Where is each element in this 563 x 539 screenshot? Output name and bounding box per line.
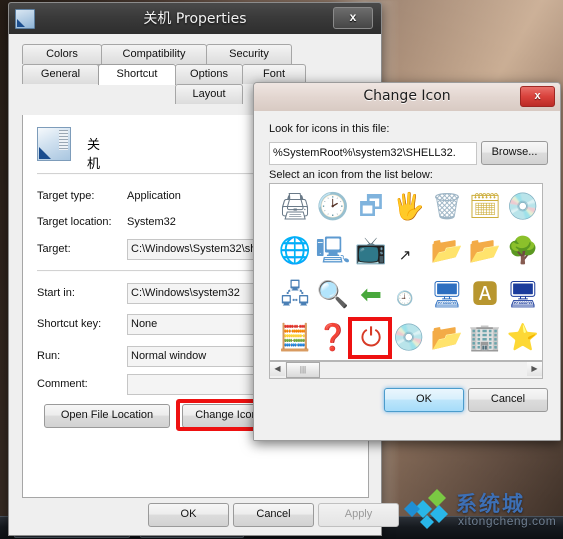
change-icon-dialog[interactable]: Change Icon x Look for icons in this fil… — [253, 82, 561, 441]
key-partial-icon: 🔑 — [536, 274, 542, 316]
site-watermark: 系统城 xitongcheng.com — [404, 486, 562, 534]
icon-cell-folder-scan-icon[interactable]: 📂 — [464, 230, 506, 272]
clock-document-icon: 🕑 — [316, 192, 350, 222]
scroll-right-arrow-icon[interactable]: ▶ — [527, 362, 542, 376]
label-target-location: Target location: — [37, 216, 112, 228]
icon-cell-server-building-icon[interactable]: 🏢 — [464, 317, 506, 359]
icon-list[interactable]: 🖨 🕑 🗗 🖐 🗑 🗓 💿 📁 🌐 🖳 📺 ↗ 📂 📂 🌳 📁 — [269, 183, 543, 361]
select-icon-label: Select an icon from the list below: — [269, 169, 433, 181]
network-globe-icon: 🌐 — [278, 236, 312, 266]
label-comment: Comment: — [37, 378, 88, 390]
recycle-bin-icon: 🗑 — [430, 192, 464, 222]
properties-apply-button: Apply — [318, 503, 399, 527]
label-shortcut-key: Shortcut key: — [37, 318, 102, 330]
tab-general[interactable]: General — [22, 64, 99, 84]
watermark-site: xitongcheng.com — [458, 514, 557, 528]
icon-cell-folder-search-icon[interactable]: 📂 — [426, 230, 468, 272]
shortcut-preview-icon — [37, 127, 71, 161]
change-icon-body: Look for icons in this file: %SystemRoot… — [254, 111, 560, 440]
cd-burn-icon: 💿 — [392, 323, 426, 353]
icon-cell-network-computers-icon[interactable]: 🖧 — [274, 274, 316, 316]
tab-row-lower[interactable]: General Shortcut Options Font Layout — [22, 64, 367, 104]
properties-close-button[interactable]: x — [333, 7, 373, 29]
desktop-screen-icon: 🖥 — [430, 280, 464, 310]
tab-shortcut[interactable]: Shortcut — [98, 64, 176, 85]
icon-row-1[interactable]: 🖨 🕑 🗗 🖐 🗑 🗓 💿 📁 — [270, 186, 542, 230]
properties-cancel-button[interactable]: Cancel — [233, 503, 314, 527]
icon-cell-calendar-note-icon[interactable]: 🗓 — [464, 186, 506, 228]
icon-cell-search-magnifier-icon[interactable]: 🔍 — [312, 274, 354, 316]
label-target: Target: — [37, 243, 71, 255]
icon-row-4[interactable]: 🧮 ❓ ⏻ 💿 📂 🏢 ⭐ 🔒 — [270, 317, 542, 360]
window-stack-icon: 🗗 — [358, 192, 384, 222]
tab-colors[interactable]: Colors — [22, 44, 102, 64]
value-target-location: System32 — [127, 216, 176, 228]
watermark-logo-icon — [404, 489, 448, 529]
icon-cell-folder-partial-icon[interactable]: 📁 — [536, 186, 542, 228]
hand-share-icon: 🖐 — [392, 192, 426, 222]
icon-cell-cd-burn-icon[interactable]: 💿 — [388, 317, 430, 359]
icon-cell-recycle-bin-icon[interactable]: 🗑 — [426, 186, 468, 228]
icon-cell-desktop-screen-icon[interactable]: 🖥 — [426, 274, 468, 316]
folder-network-icon: 📂 — [430, 323, 464, 353]
scrollbar-thumb[interactable] — [286, 362, 320, 378]
folder-partial-icon: 📁 — [536, 186, 542, 228]
look-for-icons-label: Look for icons in this file: — [269, 123, 390, 135]
tab-font[interactable]: Font — [242, 64, 306, 84]
icon-cell-window-stack-icon[interactable]: 🗗 — [350, 186, 392, 228]
properties-window-title: 关机 Properties — [143, 11, 247, 27]
selected-icon-highlight-box — [348, 317, 392, 359]
icon-cell-control-panel-icon[interactable]: 🖳 — [312, 230, 354, 272]
spreadsheet-icon: 🧮 — [278, 323, 312, 353]
server-building-icon: 🏢 — [468, 323, 502, 353]
lock-secure-icon: 🔒 — [536, 317, 542, 359]
network-computers-icon: 🖧 — [280, 280, 310, 310]
scroll-left-arrow-icon[interactable]: ◀ — [270, 362, 285, 376]
change-icon-close-button[interactable]: x — [520, 86, 555, 107]
change-icon-title-bar[interactable]: Change Icon x — [254, 83, 560, 112]
tab-layout[interactable]: Layout — [175, 84, 243, 104]
folder-edge-icon: 📁 — [536, 230, 542, 272]
folder-scan-icon: 📂 — [468, 236, 502, 266]
open-file-location-button[interactable]: Open File Location — [44, 404, 170, 428]
icon-cell-printer-icon[interactable]: 🖨 — [274, 186, 316, 228]
icon-cell-folder-network-icon[interactable]: 📂 — [426, 317, 468, 359]
icon-row-3[interactable]: 🖧 🔍 ⬅ 🕘 🖥 🅰 🖥 🔑 — [270, 274, 543, 318]
icon-cell-clock-document-icon[interactable]: 🕑 — [312, 186, 354, 228]
tab-compatibility[interactable]: Compatibility — [101, 44, 207, 64]
icon-cell-spreadsheet-icon[interactable]: 🧮 — [274, 317, 316, 359]
properties-title-bar[interactable]: 关机 Properties x — [9, 3, 381, 35]
shortcut-name-label: 关机 — [87, 138, 101, 172]
icon-list-scrollbar[interactable]: ◀ ▶ — [269, 361, 543, 379]
change-icon-title: Change Icon — [363, 88, 451, 104]
icon-cell-hand-share-icon[interactable]: 🖐 — [388, 186, 430, 228]
value-target-type: Application — [127, 190, 181, 202]
folder-search-icon: 📂 — [430, 236, 464, 266]
tab-security[interactable]: Security — [206, 44, 292, 64]
scheduled-task-icon: 🕘 — [396, 291, 414, 307]
browse-button[interactable]: Browse... — [481, 141, 548, 165]
label-run: Run: — [37, 350, 61, 362]
shortcut-arrow-icon: ↗ — [398, 246, 412, 264]
change-icon-ok-button[interactable]: OK — [384, 388, 464, 412]
tab-options[interactable]: Options — [175, 64, 243, 84]
calendar-note-icon: 🗓 — [468, 192, 502, 222]
icon-cell-folder-edge-icon[interactable]: 📁 — [536, 230, 542, 272]
change-icon-cancel-button[interactable]: Cancel — [468, 388, 548, 412]
label-target-type: Target type: — [37, 190, 95, 202]
fonts-folder-icon: 🅰 — [471, 280, 498, 310]
icon-cell-lock-secure-icon[interactable]: 🔒 — [536, 317, 542, 359]
properties-ok-button[interactable]: OK — [148, 503, 229, 527]
search-magnifier-icon: 🔍 — [316, 280, 350, 310]
control-panel-icon: 🖳 — [315, 236, 351, 266]
icon-cell-fonts-folder-icon[interactable]: 🅰 — [464, 274, 506, 316]
icon-cell-key-partial-icon[interactable]: 🔑 — [536, 274, 542, 316]
label-start-in: Start in: — [37, 287, 75, 299]
icon-cell-network-globe-icon[interactable]: 🌐 — [274, 230, 316, 272]
icon-file-path-input[interactable]: %SystemRoot%\system32\SHELL32. — [269, 142, 477, 165]
tab-row-upper[interactable]: Colors Compatibility Security Details — [22, 44, 367, 84]
printer-icon: 🖨 — [278, 192, 312, 222]
icon-row-2[interactable]: 🌐 🖳 📺 ↗ 📂 📂 🌳 📁 — [270, 230, 542, 274]
